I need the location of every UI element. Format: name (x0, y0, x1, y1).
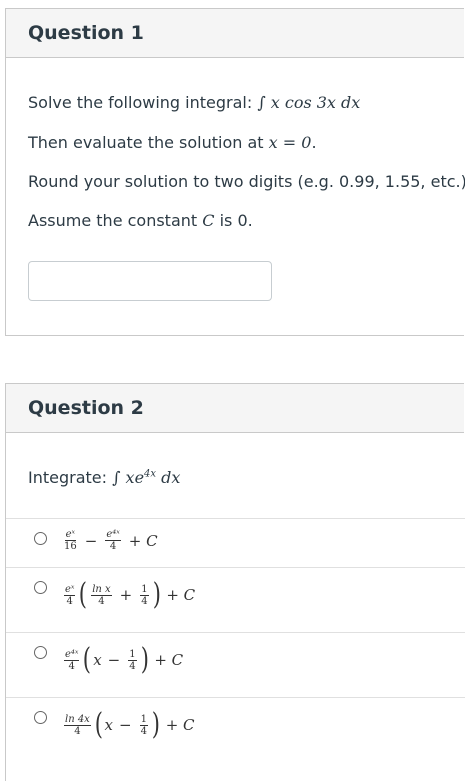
answer-option-4[interactable]: ln 4x 4 ( x − 14 ) + C (6, 697, 465, 768)
question-1-prompt: Solve the following integral: ∫ x cos 3x… (28, 93, 360, 112)
question-2-header: Question 2 (6, 384, 464, 433)
fraction: eˣ 4 (64, 583, 76, 607)
numerator: e⁴ˣ (64, 648, 80, 661)
left-paren-glyph: ( (79, 577, 88, 612)
integral-main: ∫ xe (112, 468, 145, 487)
question-2-title: Question 2 (28, 397, 144, 419)
question-2-prompt: Integrate: ∫ xe4x dx (28, 468, 180, 487)
denominator: 4 (109, 541, 117, 552)
constant-c: C (202, 211, 215, 230)
numerator: 1 (140, 583, 149, 596)
denominator: 4 (129, 660, 136, 672)
option-1-expression: eˣ 16 − e⁴ˣ 4 + C (62, 529, 158, 552)
fraction: 14 (140, 583, 149, 607)
integral-expression: ∫ x cos 3x dx (257, 93, 361, 112)
denominator: 16 (64, 541, 77, 552)
constant-term: + C (166, 586, 196, 604)
fraction: 14 (128, 648, 137, 672)
right-paren-glyph: ) (152, 577, 161, 612)
numerator: eˣ (64, 529, 77, 541)
solve-prefix: Solve the following integral: (28, 93, 253, 112)
radio-option-4[interactable] (34, 711, 47, 724)
fraction: eˣ 16 (64, 529, 77, 552)
numerator: 1 (139, 713, 148, 726)
question-2-card: Question 2 Integrate: ∫ xe4x dx eˣ 16 − e… (5, 383, 465, 781)
fraction: e⁴ˣ 4 (64, 648, 80, 672)
operator: − (84, 531, 98, 550)
evaluate-line: Then evaluate the solution at x = 0. (28, 133, 317, 152)
fraction: e⁴ˣ 4 (105, 529, 121, 552)
operator: + (119, 586, 133, 604)
operator: − (107, 651, 121, 669)
round-instruction: Round your solution to two digits (e.g. … (28, 172, 465, 191)
constant-term: + C (128, 531, 158, 550)
numerator: ln 4x (64, 713, 91, 726)
radio-option-3[interactable] (34, 646, 47, 659)
variable: x (93, 651, 102, 669)
denominator: 4 (66, 595, 73, 607)
answer-option-1[interactable]: eˣ 16 − e⁴ˣ 4 + C (6, 518, 465, 568)
fraction: ln 4x 4 (64, 714, 91, 737)
denominator: 4 (140, 725, 147, 737)
option-4-expression: ln 4x 4 ( x − 14 ) + C (62, 710, 195, 740)
numerator: ln x (91, 583, 112, 596)
right-paren-glyph: ) (140, 642, 149, 677)
left-paren-glyph: ( (94, 707, 103, 742)
numerator: 1 (128, 648, 137, 661)
evaluate-expression: x = 0 (268, 133, 312, 152)
numerator: eˣ (64, 583, 76, 596)
assume-line: Assume the constant C is 0. (28, 211, 253, 230)
integral-dx: dx (156, 468, 181, 487)
numerator: e⁴ˣ (105, 529, 121, 541)
integrate-prefix: Integrate: (28, 468, 108, 487)
denominator: 4 (74, 725, 81, 737)
evaluate-prefix: Then evaluate the solution at (28, 133, 269, 152)
answer-option-2[interactable]: eˣ 4 ( ln x4 + 14 ) + C (6, 567, 465, 633)
constant-term: + C (154, 651, 184, 669)
right-paren-glyph: ) (151, 707, 160, 742)
integral-exponent: 4x (144, 468, 157, 480)
fraction: ln x4 (91, 583, 112, 607)
denominator: 4 (68, 660, 75, 672)
question-1-header: Question 1 (6, 9, 464, 58)
constant-term: + C (165, 716, 195, 734)
left-paren-glyph: ( (83, 642, 92, 677)
fraction: 14 (139, 713, 148, 737)
variable: x (104, 716, 114, 734)
answer-option-3[interactable]: e⁴ˣ 4 ( x − 14 ) + C (6, 632, 465, 698)
radio-option-2[interactable] (34, 581, 47, 594)
evaluate-suffix: . (311, 133, 317, 152)
assume-prefix: Assume the constant (28, 211, 203, 230)
answer-input[interactable] (28, 261, 272, 301)
question-1-title: Question 1 (28, 22, 144, 44)
assume-suffix: is 0. (214, 211, 253, 230)
option-3-expression: e⁴ˣ 4 ( x − 14 ) + C (62, 645, 183, 675)
denominator: 4 (98, 595, 105, 607)
denominator: 4 (141, 595, 148, 607)
option-2-expression: eˣ 4 ( ln x4 + 14 ) + C (62, 580, 195, 610)
question-1-card: Question 1 Solve the following integral:… (5, 8, 465, 336)
radio-option-1[interactable] (34, 532, 47, 545)
operator: − (119, 716, 132, 734)
